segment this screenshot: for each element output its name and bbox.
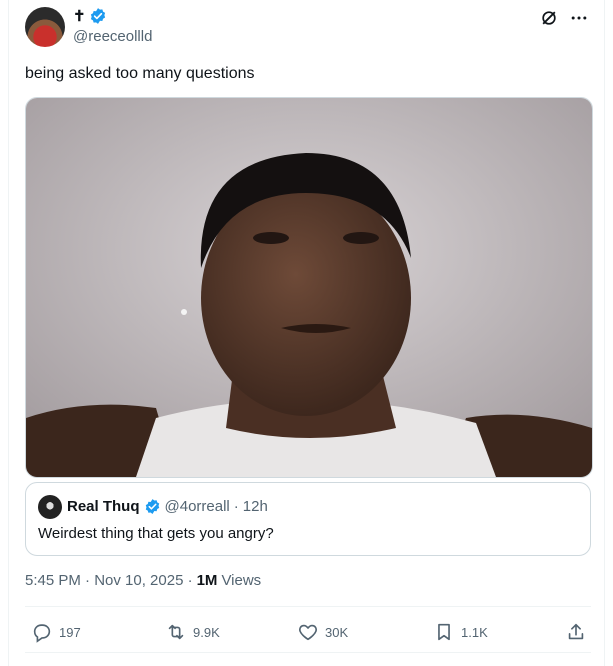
bookmark-count: 1.1K: [461, 624, 488, 640]
verified-badge-icon: [90, 8, 105, 24]
reply-count: 197: [59, 624, 81, 640]
author-handle[interactable]: @reeceollld: [73, 28, 152, 45]
repost-button[interactable]: 9.9K: [165, 618, 220, 646]
share-button[interactable]: [565, 618, 587, 646]
repost-icon: [168, 624, 184, 640]
bookmark-button[interactable]: 1.1K: [433, 618, 488, 646]
tweet-card: ✝ @reeceollld being asked too many quest…: [0, 0, 613, 666]
quoted-time: 12h: [242, 497, 268, 515]
author-name-row[interactable]: ✝: [73, 7, 107, 25]
quoted-separator: ·: [233, 497, 239, 515]
quoted-author-avatar: [38, 495, 62, 519]
heart-icon: [299, 624, 317, 641]
author-avatar[interactable]: [25, 7, 65, 47]
tweet-media-image[interactable]: [25, 97, 593, 478]
engagement-bar: 197 9.9K 30K 1.1K: [25, 618, 591, 646]
bookmark-icon: [438, 623, 450, 641]
repost-count: 9.9K: [193, 624, 220, 640]
divider: [25, 606, 591, 607]
top-actions: [539, 8, 589, 28]
verified-badge-icon: [145, 498, 159, 514]
quoted-handle: @4orreall: [164, 497, 230, 515]
tweet-text: being asked too many questions: [25, 65, 255, 82]
author-display-name[interactable]: ✝: [73, 7, 86, 25]
views-label: Views: [221, 572, 262, 589]
tweet-timestamp[interactable]: 5:45 PM · Nov 10, 2025 ·: [25, 572, 193, 589]
quoted-tweet[interactable]: Real Thuq @4orreall · 12h Weirdest thing…: [25, 482, 591, 556]
more-icon[interactable]: [569, 8, 589, 28]
grok-icon[interactable]: [539, 8, 559, 28]
tweet-meta: 5:45 PM · Nov 10, 2025 · 1M Views: [25, 572, 261, 589]
views-count: 1M: [196, 572, 218, 589]
quoted-header: Real Thuq @4orreall · 12h: [67, 495, 268, 517]
like-button[interactable]: 30K: [297, 618, 348, 646]
left-border: [8, 0, 9, 666]
reply-icon: [33, 624, 51, 643]
right-border: [604, 0, 605, 666]
reply-button[interactable]: 197: [31, 618, 81, 646]
share-icon: [568, 623, 584, 640]
divider: [25, 652, 591, 653]
like-count: 30K: [325, 624, 349, 640]
quoted-text: Weirdest thing that gets you angry?: [38, 525, 274, 542]
quoted-display-name: Real Thuq: [67, 497, 140, 515]
portrait-photo: [26, 98, 592, 477]
